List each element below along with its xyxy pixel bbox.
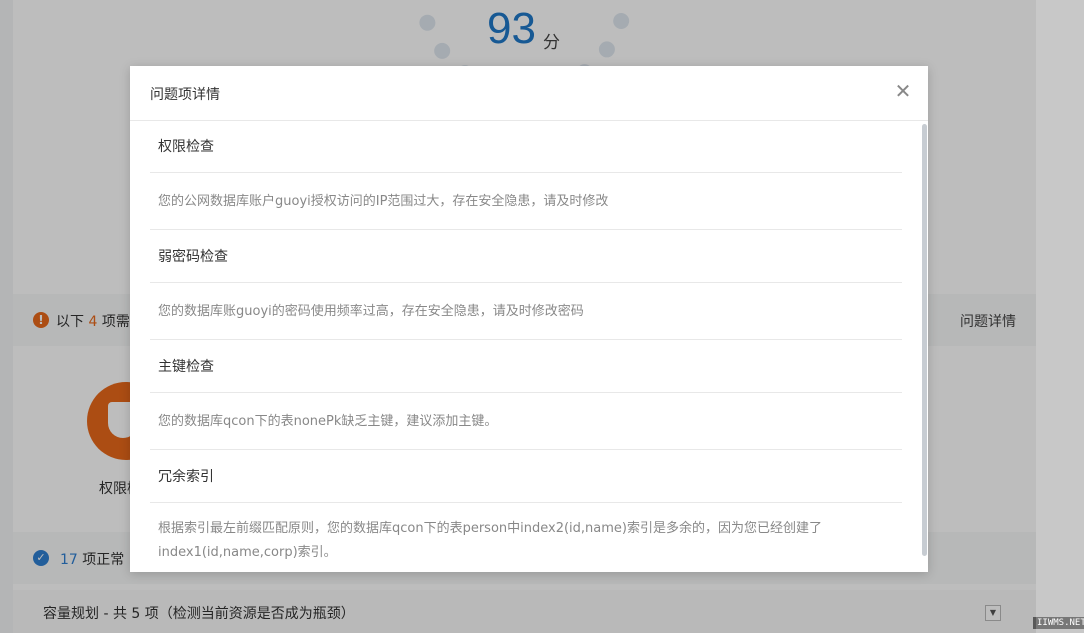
scrollbar-thumb[interactable] (922, 124, 927, 556)
section-desc: 根据索引最左前缀匹配原则，您的数据库qcon下的表person中index2(i… (158, 521, 822, 560)
section-desc: 您的数据库账guoyi的密码使用频率过高，存在安全隐患，请及时修改密码 (150, 283, 902, 340)
section-title: 弱密码检查 (150, 231, 902, 283)
section-weak-password-check: 弱密码检查 您的数据库账guoyi的密码使用频率过高，存在安全隐患，请及时修改密… (150, 231, 902, 340)
section-permission-check: 权限检查 您的公网数据库账户guoyi授权访问的IP范围过大，存在安全隐患，请及… (150, 121, 902, 230)
section-title: 冗余索引 (150, 451, 902, 503)
issue-details-modal: 问题项详情 ✕ 权限检查 您的公网数据库账户guoyi授权访问的IP范围过大，存… (130, 66, 928, 572)
right-strip (1036, 0, 1084, 633)
modal-body[interactable]: 权限检查 您的公网数据库账户guoyi授权访问的IP范围过大，存在安全隐患，请及… (130, 121, 928, 572)
modal-header: 问题项详情 ✕ (130, 66, 928, 121)
section-desc: 您的数据库qcon下的表nonePk缺乏主键，建议添加主键。 (150, 393, 902, 450)
close-icon[interactable]: ✕ (890, 78, 916, 104)
section-desc: 您的公网数据库账户guoyi授权访问的IP范围过大，存在安全隐患，请及时修改 (150, 173, 902, 230)
modal-title: 问题项详情 (150, 87, 220, 103)
section-primary-key-check: 主键检查 您的数据库qcon下的表nonePk缺乏主键，建议添加主键。 (150, 341, 902, 450)
section-title: 权限检查 (150, 121, 902, 173)
section-title: 主键检查 (150, 341, 902, 393)
watermark: IIWMS.NET (1033, 617, 1084, 629)
section-redundant-index: 冗余索引 根据索引最左前缀匹配原则，您的数据库qcon下的表person中ind… (150, 451, 902, 565)
